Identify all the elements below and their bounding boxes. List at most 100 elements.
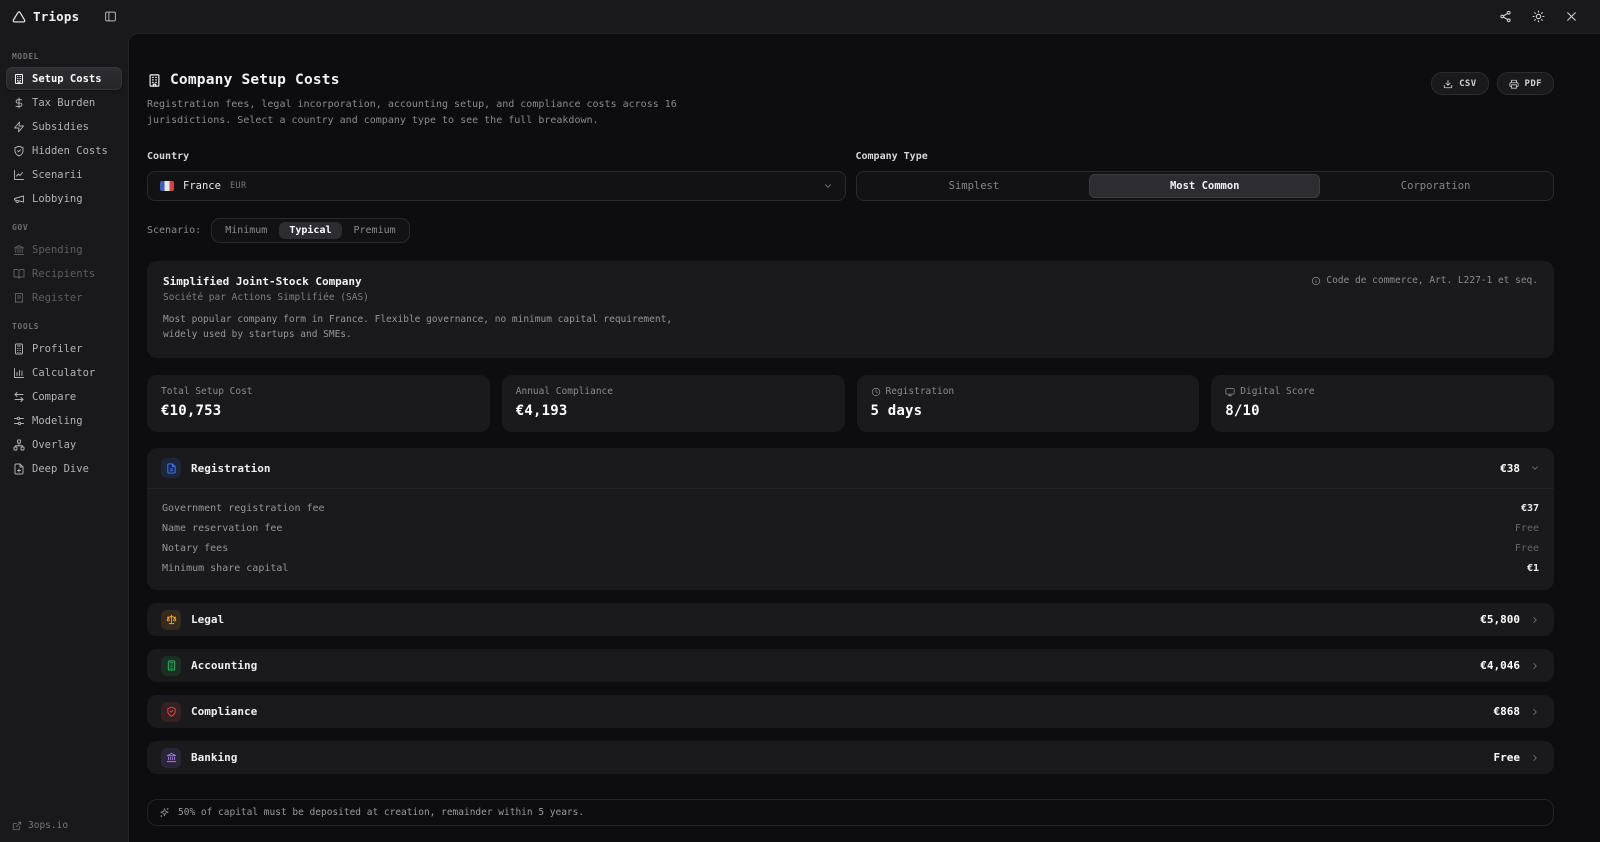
building-icon <box>147 73 162 88</box>
chevron-down-icon <box>1530 463 1540 473</box>
sidebar-item-label: Scenarii <box>32 169 83 181</box>
landmark-icon <box>13 244 25 256</box>
note-text: 50% of capital must be deposited at crea… <box>178 807 584 818</box>
scenario-toggle-group: MinimumTypicalPremium <box>211 218 409 243</box>
sidebar-item-label: Profiler <box>32 343 83 355</box>
breakdown-header-legal[interactable]: Legal€5,800 <box>147 603 1554 636</box>
country-select[interactable]: France EUR <box>147 171 846 201</box>
csv-button-label: CSV <box>1459 79 1476 89</box>
stat-value: 8/10 <box>1225 403 1540 419</box>
sidebar-item-setup-costs[interactable]: Setup Costs <box>6 67 122 90</box>
stat-label: Registration <box>871 386 1186 397</box>
sidebar-item-label: Spending <box>32 244 83 256</box>
company-type-option-simplest[interactable]: Simplest <box>859 174 1090 198</box>
breakdown-label: Compliance <box>191 705 1484 718</box>
stat-label: Digital Score <box>1225 386 1540 397</box>
sparkles-icon <box>159 807 170 818</box>
row-label: Notary fees <box>162 543 228 554</box>
sidebar-item-scenarii[interactable]: Scenarii <box>6 163 122 186</box>
stat-card-annual-compliance: Annual Compliance€4,193 <box>502 375 845 432</box>
breakdown-header-accounting[interactable]: Accounting€4,046 <box>147 649 1554 682</box>
sidebar-item-label: Overlay <box>32 439 76 451</box>
sidebar-item-spending[interactable]: Spending <box>6 238 122 261</box>
pdf-button-label: PDF <box>1525 79 1542 89</box>
book-icon <box>13 268 25 280</box>
legal-reference-text: Code de commerce, Art. L227-1 et seq. <box>1326 275 1538 286</box>
sun-icon[interactable] <box>1532 10 1545 23</box>
filetext-icon <box>161 458 181 478</box>
breakdown-card-legal: Legal€5,800 <box>147 603 1554 636</box>
export-pdf-button[interactable]: PDF <box>1497 72 1554 95</box>
sidebar-toggle-icon[interactable] <box>104 10 117 23</box>
breakdown-header-registration[interactable]: Registration€38 <box>147 448 1554 488</box>
stat-card-total-setup-cost: Total Setup Cost€10,753 <box>147 375 490 432</box>
sidebar-item-overlay[interactable]: Overlay <box>6 433 122 456</box>
sidebar-item-label: Modeling <box>32 415 83 427</box>
sidebar-item-label: Register <box>32 292 83 304</box>
stat-label: Annual Compliance <box>516 386 831 397</box>
breakdown-header-compliance[interactable]: Compliance €868 <box>147 695 1554 728</box>
sidebar-nav: MODELSetup CostsTax BurdenSubsidiesHidde… <box>0 33 128 480</box>
sidebar-item-compare[interactable]: Compare <box>6 385 122 408</box>
breakdown-label: Banking <box>191 751 1484 764</box>
download-icon <box>1443 79 1453 89</box>
sidebar-item-tax-burden[interactable]: Tax Burden <box>6 91 122 114</box>
scenario-label: Scenario: <box>147 225 201 236</box>
sidebar-item-label: Compare <box>32 391 76 403</box>
company-type-segmented-control: SimplestMost CommonCorporation <box>856 171 1555 201</box>
chevron-right-icon <box>1530 753 1540 763</box>
export-csv-button[interactable]: CSV <box>1431 72 1488 95</box>
country-label: Country <box>147 151 846 162</box>
sidebar-item-profiler[interactable]: Profiler <box>6 337 122 360</box>
row-value: Free <box>1515 543 1539 554</box>
close-icon[interactable] <box>1565 10 1578 23</box>
sidebar-item-label: Deep Dive <box>32 463 89 475</box>
sidebar-item-recipients[interactable]: Recipients <box>6 262 122 285</box>
brand: Triops <box>12 9 79 24</box>
breakdown-header-banking[interactable]: BankingFree <box>147 741 1554 774</box>
breakdown-total: €868 <box>1494 705 1521 718</box>
topbar <box>0 0 1600 33</box>
row-label: Government registration fee <box>162 503 325 514</box>
chevron-right-icon <box>1530 615 1540 625</box>
sidebar-item-deep-dive[interactable]: Deep Dive <box>6 457 122 480</box>
sidebar-item-lobbying[interactable]: Lobbying <box>6 187 122 210</box>
sidebar-item-label: Lobbying <box>32 193 83 205</box>
sidebar-item-modeling[interactable]: Modeling <box>6 409 122 432</box>
company-type-option-corporation[interactable]: Corporation <box>1320 174 1551 198</box>
chevron-right-icon <box>1530 661 1540 671</box>
company-info-card: Simplified Joint-Stock Company Société p… <box>147 261 1554 358</box>
scale-icon <box>161 610 181 630</box>
stat-label: Total Setup Cost <box>161 386 476 397</box>
scenario-option-minimum[interactable]: Minimum <box>215 222 277 239</box>
zap-icon <box>13 121 25 133</box>
page-header: Company Setup Costs Registration fees, l… <box>147 72 1554 129</box>
sidebar-item-calculator[interactable]: Calculator <box>6 361 122 384</box>
external-link-icon <box>12 821 22 831</box>
scenario-option-typical[interactable]: Typical <box>279 222 341 239</box>
sidebar-item-label: Recipients <box>32 268 95 280</box>
scenario-row: Scenario: MinimumTypicalPremium <box>147 218 1554 243</box>
stat-card-digital-score: Digital Score 8/10 <box>1211 375 1554 432</box>
sidebar-item-label: Setup Costs <box>32 73 102 85</box>
breakdown-row-notary-fees: Notary fees Free <box>162 538 1539 558</box>
sidebar: Triops MODELSetup CostsTax BurdenSubsidi… <box>0 0 128 842</box>
breakdown-row-minimum-share-capital: Minimum share capital€1 <box>162 558 1539 578</box>
calculator-icon <box>161 656 181 676</box>
megaphone-icon <box>13 193 25 205</box>
sidebar-item-subsidies[interactable]: Subsidies <box>6 115 122 138</box>
footer-link[interactable]: 3ops.io <box>12 820 68 831</box>
scenario-option-premium[interactable]: Premium <box>344 222 406 239</box>
share-icon[interactable] <box>1499 10 1512 23</box>
clock-icon <box>871 387 881 397</box>
breakdown-total: €38 <box>1500 462 1520 475</box>
company-type-option-most-common[interactable]: Most Common <box>1089 174 1320 198</box>
sidebar-item-label: Hidden Costs <box>32 145 108 157</box>
sidebar-item-register[interactable]: Register <box>6 286 122 309</box>
monitor-icon <box>1225 387 1235 397</box>
page-description: Registration fees, legal incorporation, … <box>147 97 692 129</box>
breakdown-row-name-reservation-fee: Name reservation feeFree <box>162 518 1539 538</box>
footer-link-label: 3ops.io <box>28 820 68 831</box>
sidebar-item-hidden-costs[interactable]: Hidden Costs <box>6 139 122 162</box>
stat-value: 5 days <box>871 403 1186 419</box>
